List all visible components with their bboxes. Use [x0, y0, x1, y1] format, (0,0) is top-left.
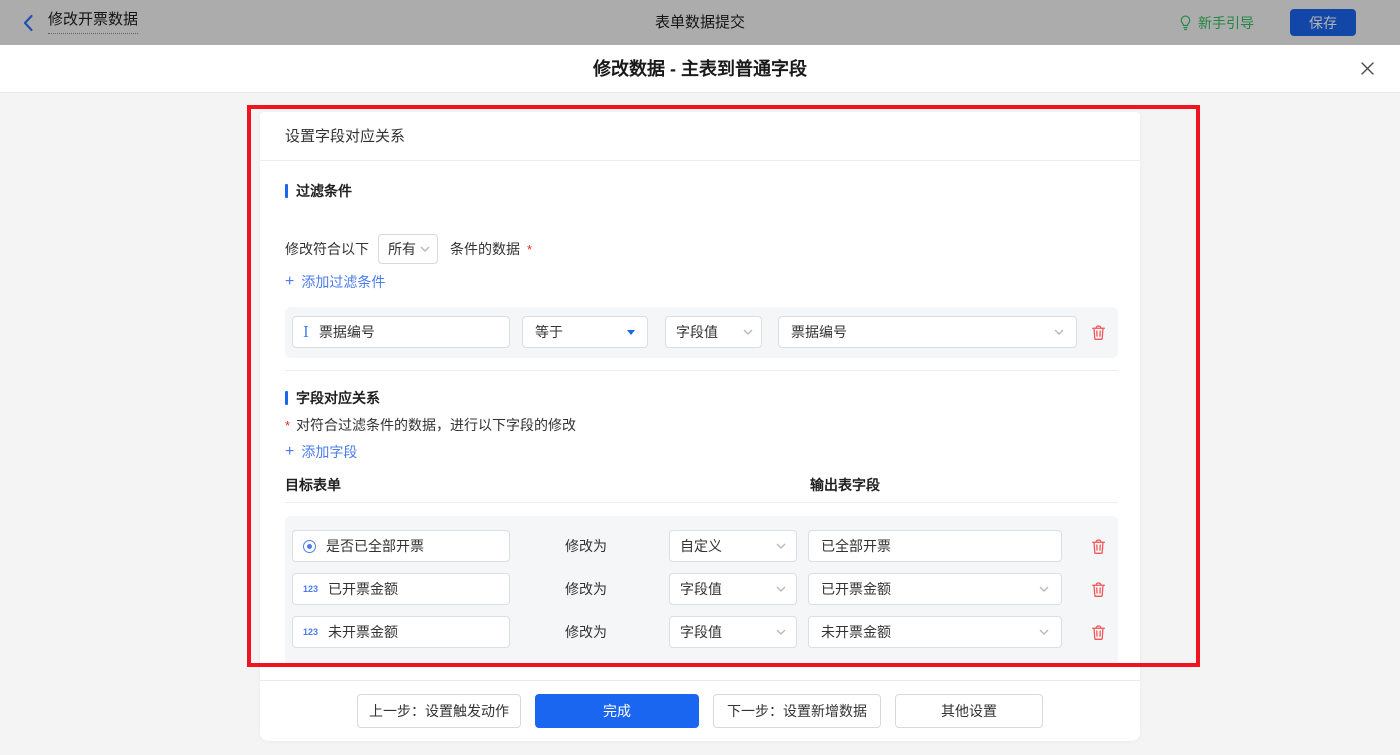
- value-field-select[interactable]: 票据编号: [778, 316, 1077, 348]
- filter-section-title: 过滤条件: [285, 181, 352, 201]
- value-type-select[interactable]: 字段值: [665, 316, 762, 348]
- condition-prefix: 修改符合以下: [285, 239, 369, 259]
- number-icon: 123: [303, 584, 318, 594]
- section-bar: [285, 184, 288, 198]
- other-settings-button[interactable]: 其他设置: [895, 694, 1043, 728]
- add-field-link[interactable]: + 添加字段: [285, 442, 357, 462]
- divider: [260, 160, 1140, 161]
- delete-field-button[interactable]: [1088, 579, 1108, 599]
- save-button[interactable]: 保存: [1290, 9, 1356, 36]
- custom-value-input[interactable]: 已全部开票: [808, 530, 1062, 562]
- trash-icon: [1090, 324, 1107, 341]
- mapping-rows-container: 是否已全部开票 修改为 自定义 已全部开票 123 已开票金额 修改为: [285, 516, 1118, 666]
- delete-filter-button[interactable]: [1088, 322, 1108, 342]
- output-field-select[interactable]: 未开票金额: [808, 616, 1062, 648]
- output-field-select[interactable]: 已开票金额: [808, 573, 1062, 605]
- section-bar: [285, 391, 288, 405]
- chevron-down-icon: [1039, 629, 1049, 635]
- add-filter-link[interactable]: + 添加过滤条件: [285, 272, 385, 292]
- number-icon: 123: [303, 627, 318, 637]
- guide-button[interactable]: 新手引导: [1179, 13, 1254, 33]
- panel-title: 设置字段对应关系: [285, 126, 405, 147]
- guide-label: 新手引导: [1198, 13, 1254, 33]
- dialog-title: 修改数据 - 主表到普通字段: [0, 45, 1400, 93]
- modify-label: 修改为: [565, 573, 607, 605]
- mapping-row: 123 已开票金额 修改为 字段值 已开票金额: [285, 573, 1118, 605]
- chevron-down-icon: [776, 586, 786, 592]
- mapping-section-title: 字段对应关系: [285, 388, 380, 408]
- modify-label: 修改为: [565, 616, 607, 648]
- mapping-description: * 对符合过滤条件的数据，进行以下字段的修改: [285, 415, 576, 435]
- trash-icon: [1090, 538, 1107, 555]
- lightbulb-icon: [1179, 14, 1192, 32]
- next-step-button[interactable]: 下一步：设置新增数据: [713, 694, 881, 728]
- operator-select[interactable]: 等于: [522, 316, 648, 348]
- mapping-row: 123 未开票金额 修改为 字段值 未开票金额: [285, 616, 1118, 648]
- condition-row: 修改符合以下 所有 条件的数据 *: [285, 234, 532, 264]
- divider: [285, 370, 1118, 371]
- mapping-row: 是否已全部开票 修改为 自定义 已全部开票: [285, 530, 1118, 562]
- chevron-down-icon: [420, 246, 430, 252]
- target-field-box[interactable]: 123 未开票金额: [292, 616, 510, 648]
- plus-icon: +: [285, 275, 294, 289]
- close-icon[interactable]: [1360, 61, 1376, 77]
- radio-icon: [303, 540, 316, 553]
- dialog-footer: 上一步：设置触发动作 完成 下一步：设置新增数据 其他设置: [260, 681, 1140, 741]
- text-field-icon: I: [303, 325, 309, 340]
- mode-select[interactable]: 字段值: [669, 616, 797, 648]
- required-asterisk: *: [527, 242, 532, 257]
- mode-select[interactable]: 自定义: [669, 530, 797, 562]
- filter-field-input[interactable]: I 票据编号: [292, 316, 510, 348]
- delete-field-button[interactable]: [1088, 622, 1108, 642]
- target-field-box[interactable]: 是否已全部开票: [292, 530, 510, 562]
- condition-scope-select[interactable]: 所有: [378, 234, 438, 264]
- chevron-down-icon: [1039, 586, 1049, 592]
- content-card: 设置字段对应关系 过滤条件 修改符合以下 所有 条件的数据 * + 添加过滤条件…: [260, 112, 1140, 741]
- done-button[interactable]: 完成: [535, 694, 699, 728]
- condition-suffix: 条件的数据: [450, 239, 520, 259]
- trash-icon: [1090, 581, 1107, 598]
- prev-step-button[interactable]: 上一步：设置触发动作: [357, 694, 521, 728]
- trash-icon: [1090, 624, 1107, 641]
- dropdown-triangle-icon: [627, 330, 635, 335]
- filter-row: I 票据编号 等于 字段值 票据编号: [285, 307, 1118, 358]
- plus-icon: +: [285, 445, 294, 459]
- chevron-down-icon: [1054, 329, 1064, 335]
- column-header-output-field: 输出表字段: [810, 475, 880, 495]
- divider: [285, 502, 1118, 503]
- chevron-down-icon: [776, 543, 786, 549]
- column-header-target-form: 目标表单: [285, 475, 341, 495]
- mode-select[interactable]: 字段值: [669, 573, 797, 605]
- dialog-header: 修改数据 - 主表到普通字段: [0, 45, 1400, 93]
- chevron-down-icon: [743, 329, 753, 335]
- delete-field-button[interactable]: [1088, 536, 1108, 556]
- topbar: 修改开票数据 表单数据提交 新手引导 保存: [0, 0, 1400, 45]
- chevron-down-icon: [776, 629, 786, 635]
- modify-label: 修改为: [565, 530, 607, 562]
- required-asterisk: *: [285, 418, 290, 433]
- target-field-box[interactable]: 123 已开票金额: [292, 573, 510, 605]
